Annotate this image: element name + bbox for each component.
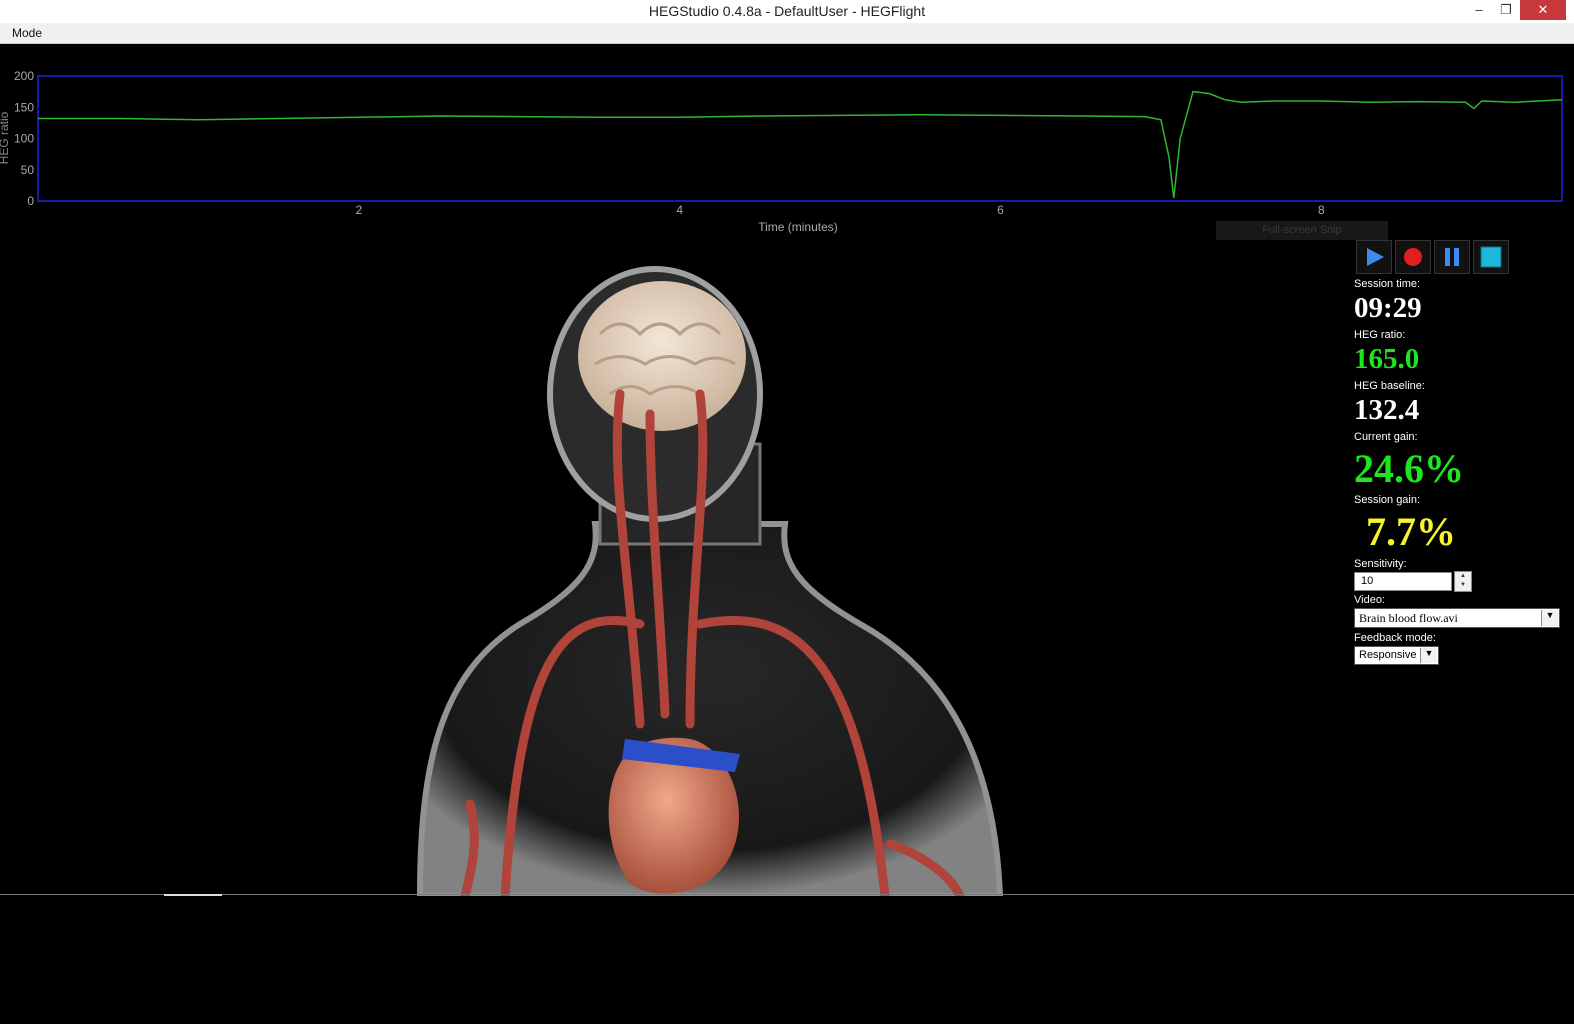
transport-toolbar xyxy=(1354,238,1514,276)
play-button[interactable] xyxy=(1356,240,1392,274)
restore-button[interactable]: ❐ xyxy=(1492,0,1520,20)
record-button[interactable] xyxy=(1395,240,1431,274)
y-tick-label: 150 xyxy=(14,100,34,114)
heg-baseline-value: 132.4 xyxy=(1354,394,1420,426)
feedback-video xyxy=(0,244,1345,896)
heg-ratio-value: 165.0 xyxy=(1354,343,1420,375)
window-title: HEGStudio 0.4.8a - DefaultUser - HEGFlig… xyxy=(648,3,926,19)
minimize-button[interactable]: – xyxy=(1465,0,1493,20)
y-axis-label: HEG ratio xyxy=(0,111,11,164)
x-tick-label: 2 xyxy=(355,203,362,217)
pause-icon xyxy=(1445,248,1459,266)
stop-icon xyxy=(1480,246,1502,268)
video-label: Video: xyxy=(1354,594,1385,606)
pause-button[interactable] xyxy=(1434,240,1470,274)
record-icon xyxy=(1404,248,1422,266)
plot-area xyxy=(37,75,1563,202)
feedback-mode-select[interactable]: Responsive ▼ xyxy=(1354,646,1439,665)
chevron-down-icon[interactable]: ▼ xyxy=(1420,648,1437,663)
heg-ratio-series xyxy=(38,90,1563,198)
session-gain-label: Session gain: xyxy=(1354,494,1421,506)
feedback-mode-value: Responsive xyxy=(1359,649,1417,661)
video-select-value: Brain blood flow.avi xyxy=(1359,611,1458,625)
y-tick-label: 50 xyxy=(21,163,35,177)
current-gain-value: 24.6% xyxy=(1354,446,1464,491)
heg-ratio-label: HEG ratio: xyxy=(1354,329,1406,341)
sensitivity-label: Sensitivity: xyxy=(1354,558,1407,570)
heg-ratio-chart: HEG ratio Time (minutes) 0 50 100 150 200 2 4… xyxy=(0,69,1563,234)
close-button[interactable]: ✕ xyxy=(1520,0,1566,20)
y-tick-label: 0 xyxy=(27,194,34,208)
spin-up-icon[interactable]: ▲ xyxy=(1455,572,1471,581)
menu-mode[interactable]: Mode xyxy=(12,26,42,40)
x-tick-label: 8 xyxy=(1318,203,1325,217)
y-tick-label: 200 xyxy=(14,69,34,83)
menu-bar: Mode xyxy=(0,23,1574,44)
spin-down-icon[interactable]: ▼ xyxy=(1455,581,1471,590)
x-axis-label: Time (minutes) xyxy=(758,220,838,234)
video-select[interactable]: Brain blood flow.avi ▼ xyxy=(1354,608,1560,628)
heg-baseline-label: HEG baseline: xyxy=(1354,380,1425,392)
anatomy-video-frame xyxy=(416,266,1004,896)
y-tick-label: 100 xyxy=(14,132,34,146)
sensitivity-input[interactable]: 10 xyxy=(1354,572,1452,591)
title-bar: HEGStudio 0.4.8a - DefaultUser - HEGFlig… xyxy=(0,0,1574,23)
play-icon xyxy=(1367,248,1384,266)
chevron-down-icon[interactable]: ▼ xyxy=(1541,610,1558,626)
current-gain-label: Current gain: xyxy=(1354,431,1418,443)
x-tick-label: 4 xyxy=(676,203,683,217)
feedback-mode-label: Feedback mode: xyxy=(1354,632,1436,644)
sensitivity-spinner[interactable]: ▲ ▼ xyxy=(1454,571,1472,592)
x-tick-label: 6 xyxy=(997,203,1004,217)
session-time-label: Session time: xyxy=(1354,278,1421,290)
stop-button[interactable] xyxy=(1473,240,1509,274)
video-seek-thumb[interactable] xyxy=(164,894,222,896)
session-time-value: 09:29 xyxy=(1354,292,1422,324)
session-gain-value: 7.7% xyxy=(1366,509,1456,554)
video-seek-track[interactable] xyxy=(0,894,1574,895)
